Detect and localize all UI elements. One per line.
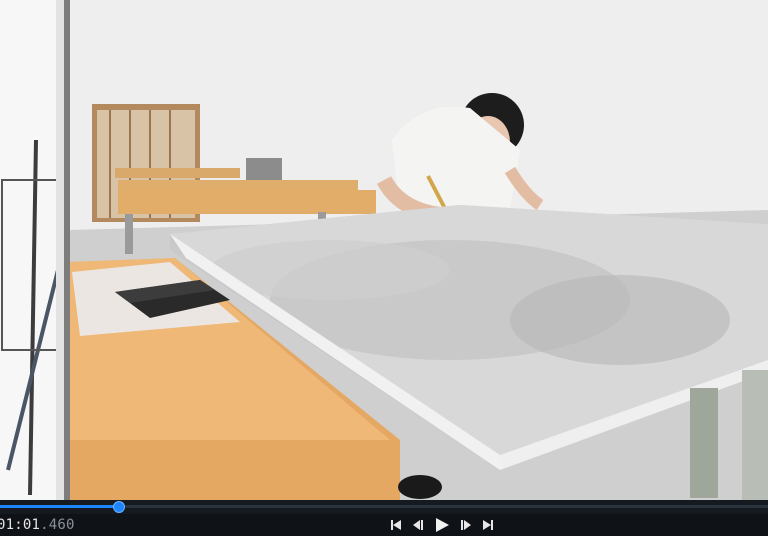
step-back-frame-icon xyxy=(413,520,423,530)
video-player: 01:01.460 xyxy=(0,0,768,536)
transport-controls xyxy=(390,516,494,534)
step-forward-button[interactable] xyxy=(460,516,472,534)
current-time: 01:01.460 xyxy=(0,516,75,534)
seek-bar[interactable] xyxy=(0,500,768,514)
skip-to-end-icon xyxy=(483,520,493,530)
skip-to-end-button[interactable] xyxy=(482,516,494,534)
current-time-ms: .460 xyxy=(40,517,75,533)
video-frame[interactable] xyxy=(0,0,768,500)
step-forward-frame-icon xyxy=(461,520,471,530)
controls-bar: 01:01.460 xyxy=(0,514,768,536)
play-button[interactable] xyxy=(434,516,450,534)
seek-progress xyxy=(0,505,118,508)
skip-to-start-icon xyxy=(391,520,401,530)
play-icon xyxy=(436,518,449,532)
step-back-button[interactable] xyxy=(412,516,424,534)
video-frame-image xyxy=(0,0,768,500)
seek-handle[interactable] xyxy=(112,501,125,513)
current-time-main: 01:01 xyxy=(0,517,41,533)
skip-to-start-button[interactable] xyxy=(390,516,402,534)
